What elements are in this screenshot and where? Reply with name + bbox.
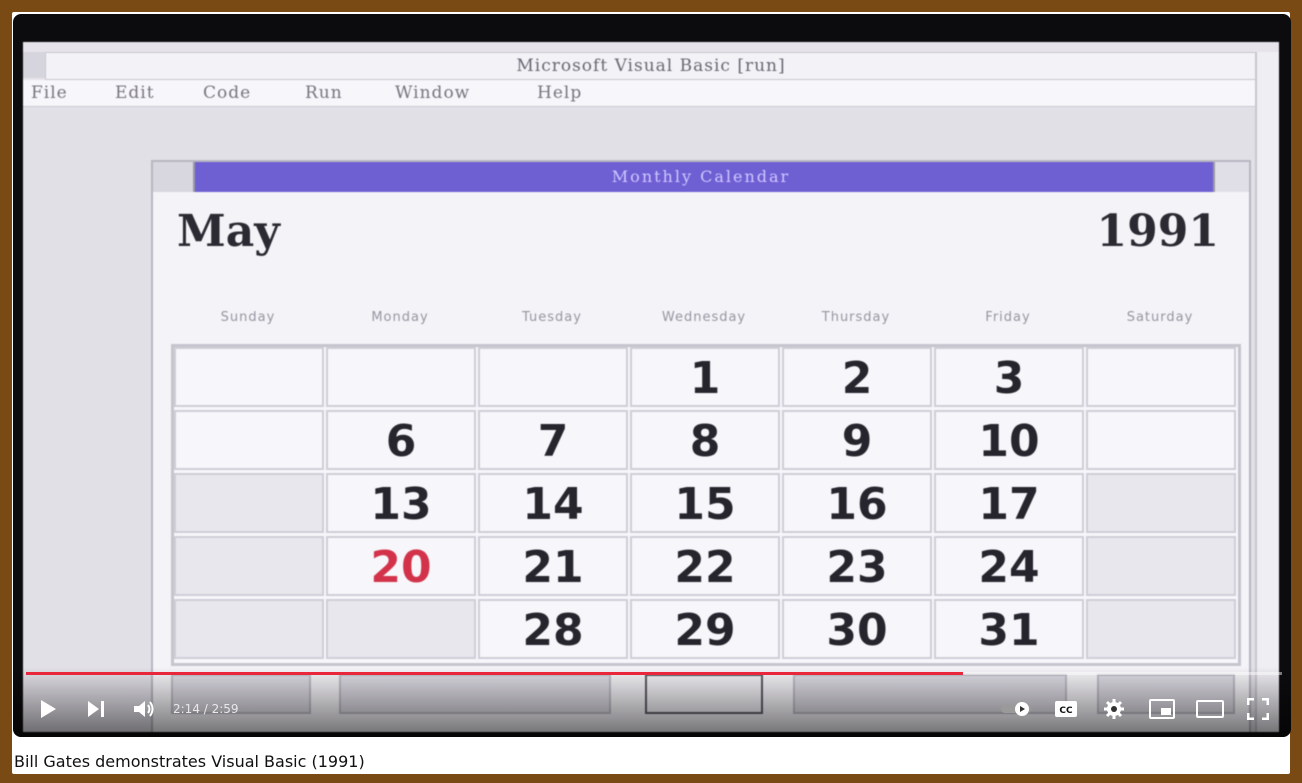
calendar-day-cell [1086, 473, 1236, 533]
calendar-day-number: 14 [522, 479, 584, 530]
calendar-day-cell: 24 [934, 536, 1084, 596]
calendar-day-cell: 8 [630, 410, 780, 470]
calendar-day-cell: 13 [326, 473, 476, 533]
calendar-day-cell [326, 599, 476, 659]
day-name: Monday [371, 310, 429, 325]
calendar-titlebar: Monthly Calendar [153, 162, 1249, 192]
calendar-day-number: 16 [826, 479, 888, 530]
calendar-day-cell: 14 [478, 473, 628, 533]
calendar-grid: 1 2 3 6 7 8 9 10 13 14 15 16 17 20 21 22 23 24 28 29 30 31 [171, 344, 1241, 666]
calendar-day-number: 8 [689, 416, 721, 467]
calendar-day-number: 28 [522, 605, 584, 656]
svg-text:CC: CC [1059, 706, 1073, 716]
calendar-day-cell: 6 [326, 410, 476, 470]
calendar-day-cell [174, 473, 324, 533]
calendar-day-cell [1086, 599, 1236, 659]
vb-menu-help: Help [537, 83, 583, 103]
calendar-day-number: 1 [689, 353, 721, 404]
calendar-day-cell: 20 [326, 536, 476, 596]
calendar-day-number: 10 [978, 416, 1040, 467]
calendar-day-cell: 9 [782, 410, 932, 470]
calendar-day-number: 30 [826, 605, 888, 656]
calendar-form: Monthly Calendar May 1991 Sunday Monday … [151, 160, 1251, 732]
calendar-month: May [177, 206, 280, 257]
gear-icon[interactable] [1101, 696, 1127, 722]
vb-menu-run: Run [305, 83, 343, 103]
day-name: Sunday [220, 310, 276, 325]
calendar-day-cell: 31 [934, 599, 1084, 659]
video-player[interactable]: Microsoft Visual Basic [run] File Edit C… [13, 14, 1291, 737]
calendar-day-cell [174, 599, 324, 659]
calendar-day-cell: 2 [782, 347, 932, 407]
video-title[interactable]: Bill Gates demonstrates Visual Basic (19… [14, 752, 365, 771]
calendar-day-number: 9 [841, 416, 873, 467]
calendar-day-cell: 7 [478, 410, 628, 470]
vb-menu-code: Code [203, 83, 252, 103]
play-icon[interactable] [35, 696, 61, 722]
calendar-day-names: Sunday Monday Tuesday Wednesday Thursday… [173, 310, 1239, 330]
day-name: Saturday [1126, 310, 1194, 325]
calendar-day-number: 7 [537, 416, 569, 467]
calendar-day-cell [1086, 347, 1236, 407]
progress-played[interactable] [26, 672, 963, 675]
calendar-day-cell [1086, 410, 1236, 470]
calendar-day-number: 2 [841, 353, 873, 404]
vb-menu-edit: Edit [115, 83, 155, 103]
vb-menu-file: File [31, 83, 68, 103]
calendar-day-number: 3 [993, 353, 1025, 404]
vb-system-menu [23, 52, 45, 78]
calendar-maximize [1213, 162, 1249, 192]
vb-menu-window: Window [395, 83, 471, 103]
calendar-day-cell [174, 347, 324, 407]
calendar-day-cell: 15 [630, 473, 780, 533]
calendar-day-cell [174, 536, 324, 596]
cc-icon[interactable]: CC [1053, 696, 1079, 722]
calendar-day-number: 13 [370, 479, 432, 530]
day-name: Thursday [821, 310, 891, 325]
calendar-day-cell: 16 [782, 473, 932, 533]
calendar-day-number: 20 [370, 542, 432, 593]
calendar-day-number: 23 [826, 542, 888, 593]
volume-icon[interactable] [131, 696, 157, 722]
calendar-day-cell: 23 [782, 536, 932, 596]
calendar-day-number: 22 [674, 542, 736, 593]
vb-window-title: Microsoft Visual Basic [run] [45, 52, 1257, 80]
calendar-day-cell: 1 [630, 347, 780, 407]
vb-scrollbar [1255, 52, 1279, 732]
calendar-day-number: 31 [978, 605, 1040, 656]
calendar-form-title: Monthly Calendar [611, 167, 791, 186]
calendar-day-cell: 21 [478, 536, 628, 596]
time-display: 2:14 / 2:59 [173, 702, 239, 716]
calendar-day-number: 15 [674, 479, 736, 530]
calendar-system-menu [153, 162, 195, 192]
calendar-day-cell: 17 [934, 473, 1084, 533]
fullscreen-icon[interactable] [1245, 696, 1271, 722]
calendar-day-cell: 22 [630, 536, 780, 596]
calendar-day-cell [1086, 536, 1236, 596]
calendar-day-cell [326, 347, 476, 407]
calendar-day-cell: 3 [934, 347, 1084, 407]
calendar-day-number: 6 [385, 416, 417, 467]
miniplayer-icon[interactable] [1147, 696, 1177, 722]
next-icon[interactable] [83, 696, 109, 722]
calendar-day-cell: 29 [630, 599, 780, 659]
vb-menubar: File Edit Code Run Window Help [23, 80, 1255, 107]
day-name: Tuesday [522, 310, 582, 325]
video-frame[interactable]: Microsoft Visual Basic [run] File Edit C… [23, 42, 1279, 732]
calendar-day-cell: 28 [478, 599, 628, 659]
player-controls: 2:14 / 2:59 CC [13, 684, 1291, 734]
theater-icon[interactable] [1195, 696, 1225, 722]
calendar-day-number: 17 [978, 479, 1040, 530]
calendar-day-number: 29 [674, 605, 736, 656]
calendar-day-cell [174, 410, 324, 470]
calendar-year: 1991 [1096, 206, 1219, 257]
calendar-day-cell [478, 347, 628, 407]
autoplay-toggle-icon[interactable] [999, 696, 1035, 722]
calendar-day-cell: 30 [782, 599, 932, 659]
day-name: Wednesday [661, 310, 747, 325]
calendar-day-number: 21 [522, 542, 584, 593]
calendar-day-cell: 10 [934, 410, 1084, 470]
day-name: Friday [985, 310, 1031, 325]
calendar-day-number: 24 [978, 542, 1040, 593]
